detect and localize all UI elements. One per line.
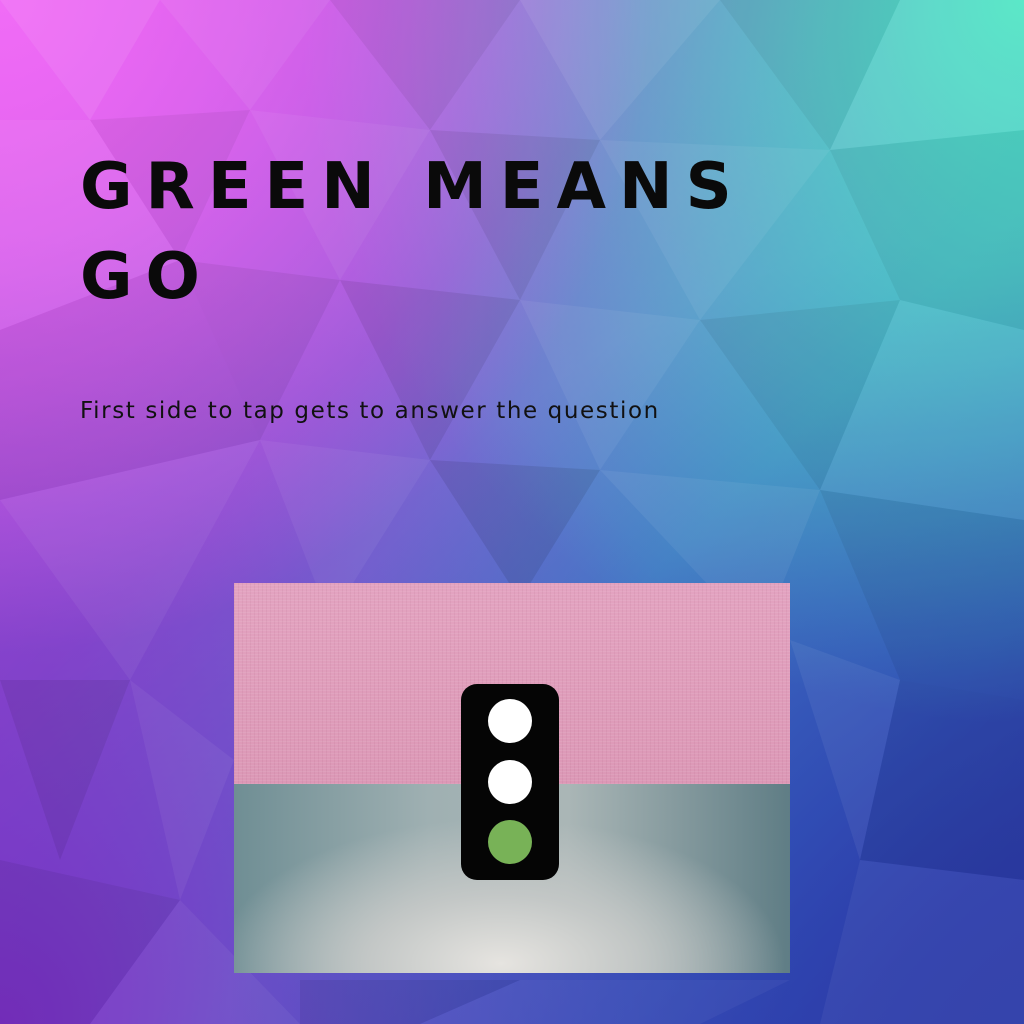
traffic-light-photo [234,583,790,973]
slide-title: GREEN MEANS GO [80,150,745,314]
traffic-light-icon [461,684,559,880]
slide-subtitle: First side to tap gets to answer the que… [80,398,660,424]
traffic-light-top-lamp [488,699,532,743]
traffic-light-green-lamp [488,820,532,864]
traffic-light-middle-lamp [488,760,532,804]
slide-canvas: GREEN MEANS GO First side to tap gets to… [0,0,1024,1024]
